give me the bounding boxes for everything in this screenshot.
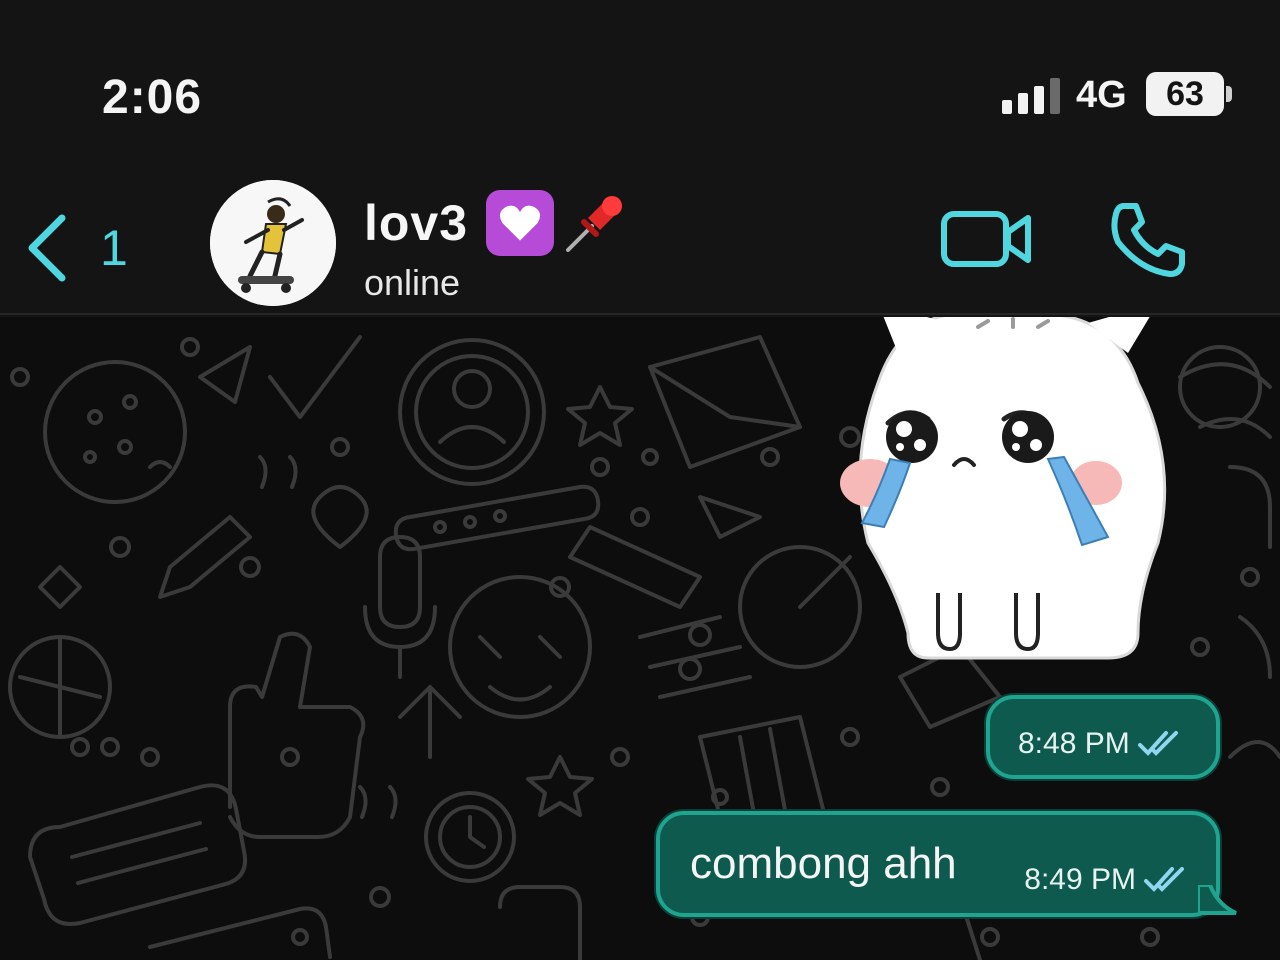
message-bubble[interactable]: 8:48 PM xyxy=(986,695,1220,779)
contact-name: lov3 xyxy=(364,195,469,251)
bubble-tail xyxy=(1198,885,1237,915)
signal-icon xyxy=(1002,78,1060,114)
contact-info[interactable]: lov3 online xyxy=(364,188,630,304)
battery-tip xyxy=(1226,86,1232,102)
avatar-image xyxy=(210,180,336,306)
message-meta: 8:49 PM xyxy=(1024,863,1188,897)
message-time: 8:48 PM xyxy=(1018,727,1130,760)
video-call-icon[interactable] xyxy=(940,206,1034,272)
pushpin-icon xyxy=(566,196,623,252)
status-bar: 2:06 4G 63 xyxy=(0,0,1280,170)
message-bubble[interactable]: combong ahh 8:49 PM xyxy=(656,811,1237,917)
read-ticks-icon xyxy=(1144,867,1184,892)
phone-icon[interactable] xyxy=(1110,200,1188,278)
battery-level: 63 xyxy=(1166,74,1204,113)
unread-count: 1 xyxy=(100,220,128,276)
back-chevron-icon xyxy=(28,214,66,282)
network-type: 4G xyxy=(1076,74,1127,116)
message-meta: 8:48 PM xyxy=(1018,727,1182,761)
contact-name-row: lov3 xyxy=(364,188,630,258)
contact-status: online xyxy=(364,262,461,303)
crying-cat-sticker[interactable] xyxy=(838,317,1188,663)
purple-heart-icon xyxy=(486,190,555,256)
message-time: 8:49 PM xyxy=(1024,863,1136,896)
read-ticks-icon xyxy=(1137,731,1178,756)
chat-area[interactable]: 8:48 PM combong ahh 8:49 PM xyxy=(0,317,1280,960)
avatar[interactable] xyxy=(210,180,336,306)
chat-header: 1 lov3 online xyxy=(0,170,1280,315)
battery-icon: 63 xyxy=(1146,72,1224,116)
back-button[interactable]: 1 xyxy=(22,208,142,288)
status-time: 2:06 xyxy=(102,71,203,124)
message-text: combong ahh xyxy=(690,839,957,888)
